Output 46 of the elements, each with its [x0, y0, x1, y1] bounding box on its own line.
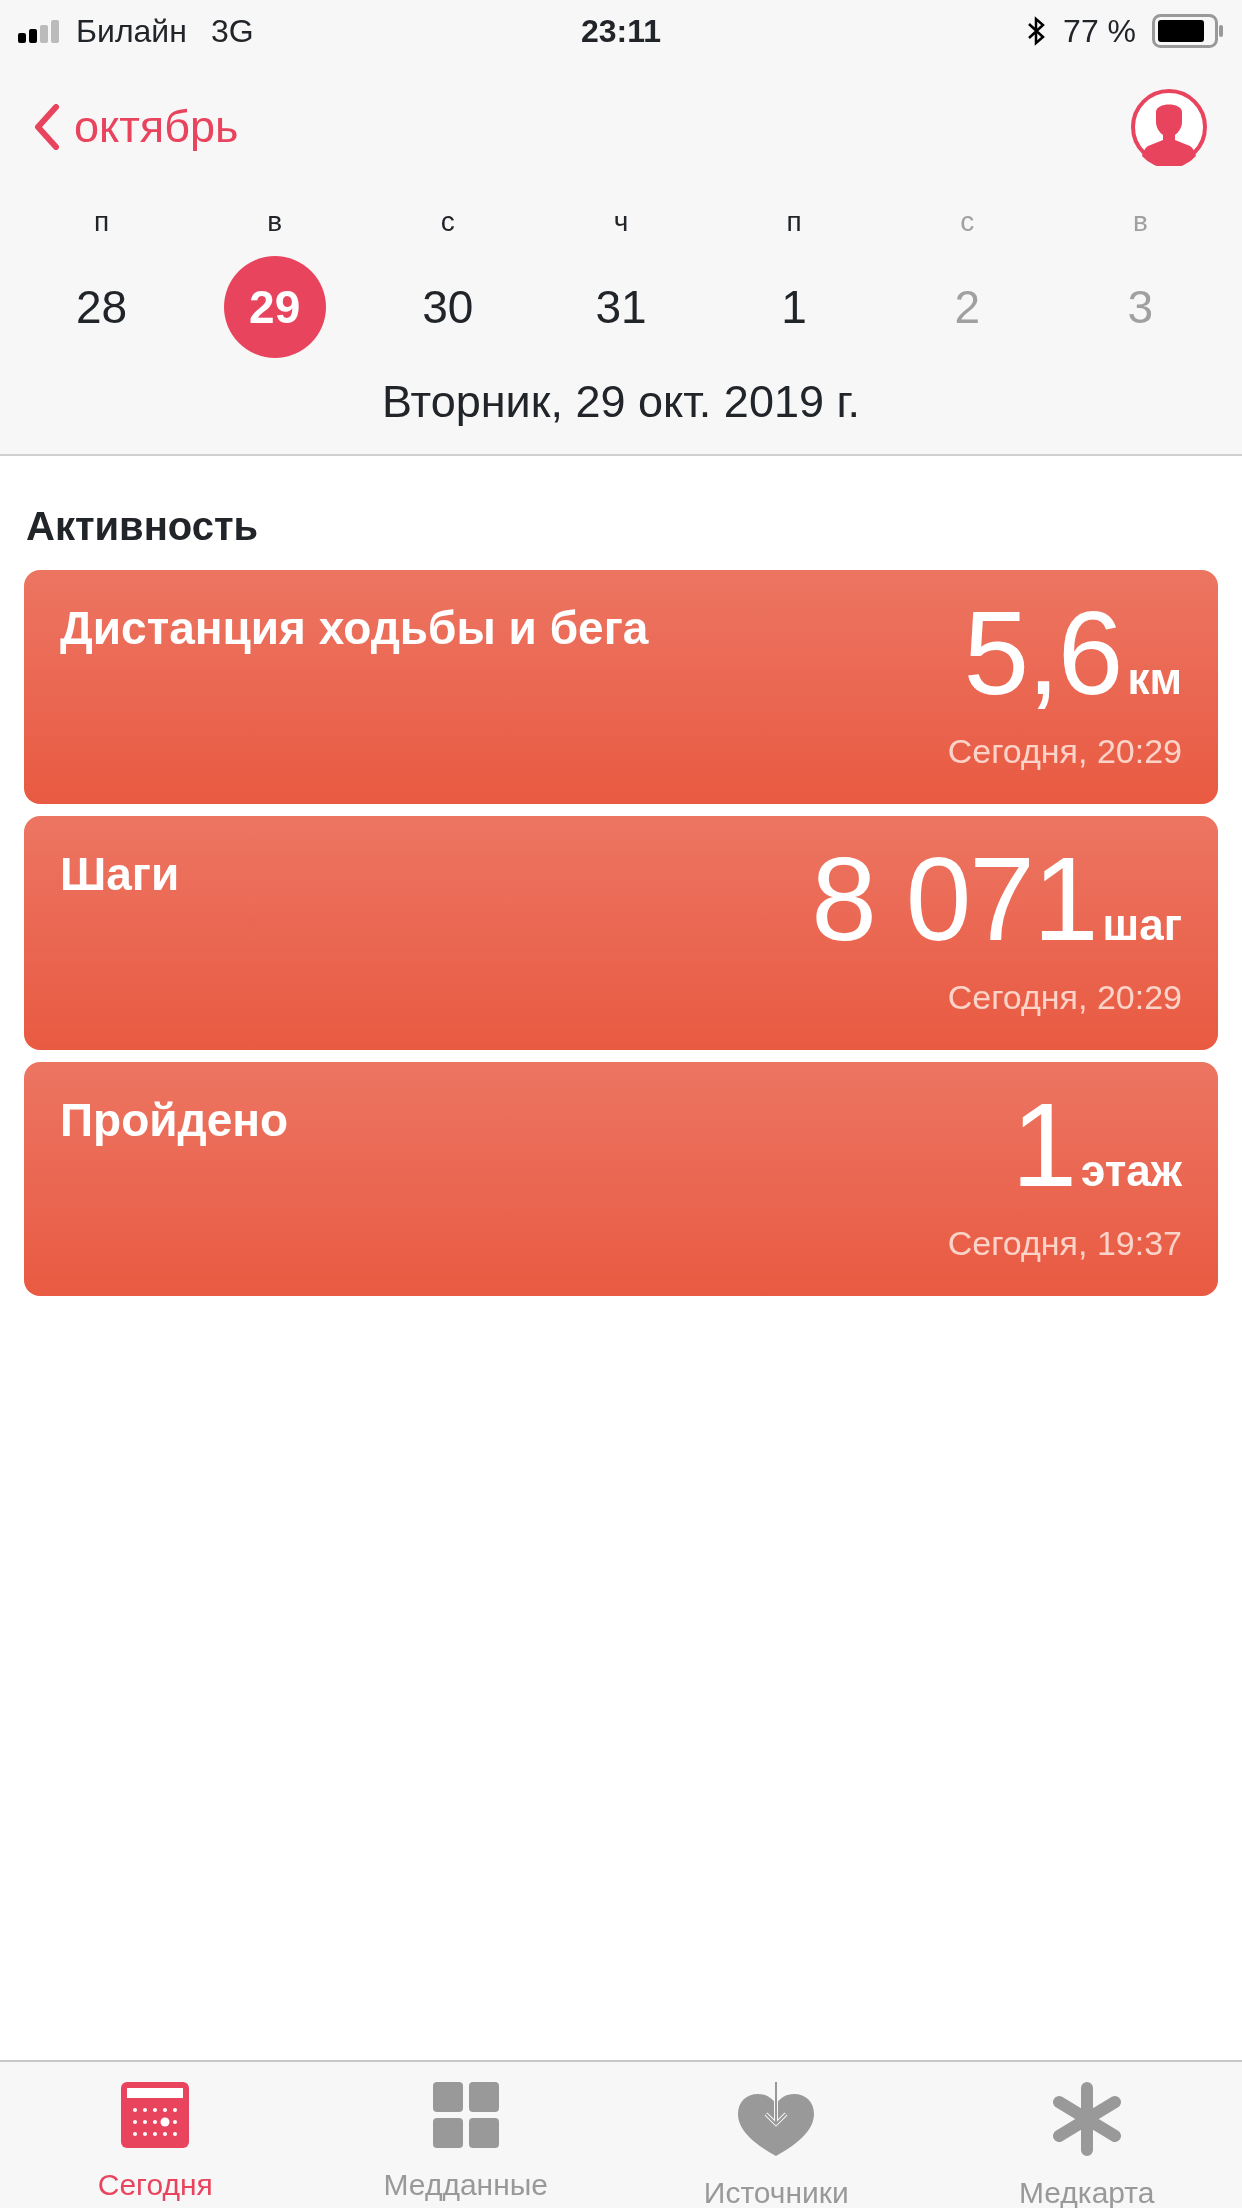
metric-time: Сегодня, 19:37	[947, 1223, 1182, 1264]
section-title: Активность	[26, 503, 260, 550]
clock-time: 23:11	[580, 12, 662, 51]
day-number[interactable]: 28	[50, 256, 153, 358]
metric-card[interactable]: Пройдено 1 этаж Сегодня, 19:37	[24, 1062, 1218, 1296]
weekday-label: п	[785, 205, 803, 239]
battery-percent: 77 %	[1063, 12, 1136, 51]
day-number[interactable]: 2	[916, 256, 1019, 358]
network-type: 3G	[210, 12, 254, 51]
weekday-label: в	[266, 205, 284, 239]
weekday-label: ч	[612, 205, 630, 239]
weekday-label: с	[959, 205, 976, 239]
tab-button[interactable]: Медданные	[310, 2062, 621, 2208]
metric-card[interactable]: Шаги 8 071 шаг Сегодня, 20:29	[24, 816, 1218, 1050]
grid-icon	[432, 2082, 499, 2148]
metric-value: 5,6	[963, 594, 1122, 712]
profile-icon[interactable]	[1130, 88, 1208, 166]
metric-unit: шаг	[1102, 899, 1182, 951]
day-number[interactable]: 29	[223, 256, 326, 358]
back-chevron-icon	[34, 104, 60, 150]
metric-card[interactable]: Дистанция ходьбы и бега 5,6 км Сегодня, 20:29	[24, 570, 1218, 804]
day-number[interactable]: 1	[743, 256, 846, 358]
metric-unit: этаж	[1081, 1145, 1182, 1197]
weekday-label: в	[1131, 205, 1149, 239]
metric-title: Дистанция ходьбы и бега	[60, 601, 649, 656]
heart-download-icon	[738, 2082, 815, 2156]
metric-title: Пройдено	[60, 1093, 289, 1148]
metric-value: 1	[1011, 1086, 1076, 1204]
asterisk-icon	[1050, 2082, 1123, 2156]
day-number[interactable]: 31	[570, 256, 672, 358]
selected-date: Вторник, 29 окт. 2019 г.	[381, 375, 861, 429]
weekday-label: п	[93, 205, 111, 239]
weekday-label: с	[439, 205, 456, 239]
back-button[interactable]: октябрь	[34, 93, 239, 161]
metric-time: Сегодня, 20:29	[947, 977, 1182, 1018]
metric-time: Сегодня, 20:29	[947, 731, 1182, 772]
battery-icon	[1152, 14, 1224, 48]
metric-title: Шаги	[60, 847, 180, 902]
carrier-name: Билайн	[76, 12, 187, 51]
calendar-icon	[121, 2082, 190, 2148]
metric-unit: км	[1127, 653, 1182, 705]
tab-button[interactable]: Сегодня	[0, 2062, 311, 2208]
metric-value: 8 071	[811, 840, 1097, 958]
tab-button[interactable]: Источники	[621, 2062, 932, 2208]
day-number[interactable]: 30	[396, 256, 499, 358]
day-number[interactable]: 3	[1089, 256, 1192, 358]
